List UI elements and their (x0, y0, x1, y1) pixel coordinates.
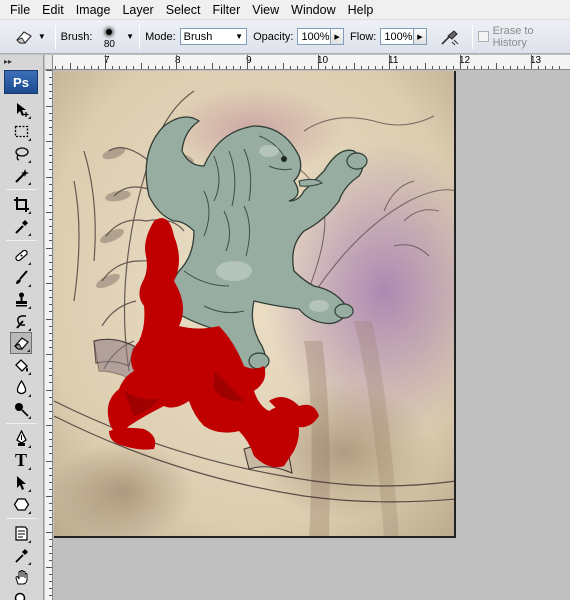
notes-tool-icon[interactable] (10, 522, 32, 544)
menu-edit[interactable]: Edit (36, 0, 70, 20)
healing-brush-tool-icon[interactable] (10, 244, 32, 266)
menu-image[interactable]: Image (70, 0, 117, 20)
ruler-origin[interactable] (45, 55, 53, 70)
toolbox: ▸▸ Ps T (0, 55, 44, 600)
menu-bar: File Edit Image Layer Select Filter View… (0, 0, 570, 20)
brush-tool-icon[interactable] (10, 266, 32, 288)
mode-label: Mode: (145, 30, 176, 43)
brush-label: Brush: (60, 30, 93, 43)
opacity-slider-button[interactable]: ▶ (331, 28, 345, 45)
document-canvas-area[interactable] (54, 71, 570, 600)
menu-help[interactable]: Help (342, 0, 380, 20)
horizontal-ruler[interactable]: 6 7 8 9 10 11 12 13 (45, 55, 570, 70)
separator (139, 24, 141, 49)
chevron-down-icon[interactable]: ▼ (126, 32, 134, 41)
checkbox-box (477, 31, 489, 42)
menu-window[interactable]: Window (285, 0, 341, 20)
flow-slider-button[interactable]: ▶ (414, 28, 427, 45)
tool-preset-picker[interactable]: ▼ (10, 24, 50, 50)
hand-tool-icon[interactable] (10, 566, 32, 588)
brush-picker[interactable]: 80 (96, 24, 122, 50)
slice-eyedropper-tool-icon[interactable] (10, 215, 32, 237)
heraldic-lion-artwork (54, 71, 454, 536)
menu-view[interactable]: View (246, 0, 285, 20)
photoshop-window: File Edit Image Layer Select Filter View… (0, 0, 570, 600)
pen-tool-icon[interactable] (10, 427, 32, 449)
move-tool-icon[interactable] (10, 98, 32, 120)
lasso-tool-icon[interactable] (10, 142, 32, 164)
brush-tip-icon (106, 28, 113, 35)
separator (471, 24, 473, 49)
flow-label: Flow: (350, 30, 377, 43)
erase-to-history-checkbox[interactable]: Erase to History (477, 24, 570, 49)
mode-select[interactable]: Brush ▼ (179, 28, 248, 45)
zoom-tool-icon[interactable] (10, 588, 32, 600)
menu-select[interactable]: Select (160, 0, 207, 20)
options-bar: ▼ Brush: 80 ▼ Mode: Brush ▼ Opacity: 100… (0, 20, 570, 54)
magic-wand-tool-icon[interactable] (10, 164, 32, 186)
type-tool-icon[interactable]: T (10, 449, 32, 471)
flow-field[interactable]: 100% (380, 28, 415, 45)
vertical-ruler[interactable] (45, 70, 53, 600)
chevron-down-icon: ▼ (37, 32, 46, 41)
separator (6, 518, 37, 519)
separator (54, 24, 56, 49)
history-brush-tool-icon[interactable] (10, 310, 32, 332)
marquee-tool-icon[interactable] (10, 120, 32, 142)
toolbox-collapse-handle[interactable]: ▸▸ (0, 55, 43, 67)
eyedropper-tool-icon[interactable] (10, 544, 32, 566)
menu-layer[interactable]: Layer (116, 0, 159, 20)
crop-tool-icon[interactable] (10, 193, 32, 215)
separator (6, 240, 37, 241)
photoshop-logo: Ps (4, 70, 38, 94)
chevron-down-icon: ▼ (235, 32, 244, 41)
clone-stamp-tool-icon[interactable] (10, 288, 32, 310)
airbrush-icon (441, 29, 459, 45)
shape-tool-icon[interactable] (10, 493, 32, 515)
path-selection-tool-icon[interactable] (10, 471, 32, 493)
brush-size: 80 (103, 38, 115, 50)
separator (6, 423, 37, 424)
dodge-tool-icon[interactable] (10, 398, 32, 420)
mode-value: Brush (183, 30, 213, 43)
menu-filter[interactable]: Filter (206, 0, 246, 20)
eraser-tool-icon[interactable] (10, 332, 32, 354)
opacity-field[interactable]: 100% (297, 28, 332, 45)
eraser-icon (15, 30, 32, 44)
separator (6, 189, 37, 190)
blur-tool-icon[interactable] (10, 376, 32, 398)
opacity-label: Opacity: (253, 30, 294, 43)
artwork-canvas[interactable] (54, 71, 456, 538)
airbrush-toggle[interactable] (437, 26, 463, 48)
menu-file[interactable]: File (4, 0, 36, 20)
erase-to-history-label: Erase to History (492, 24, 534, 49)
paint-bucket-tool-icon[interactable] (10, 354, 32, 376)
